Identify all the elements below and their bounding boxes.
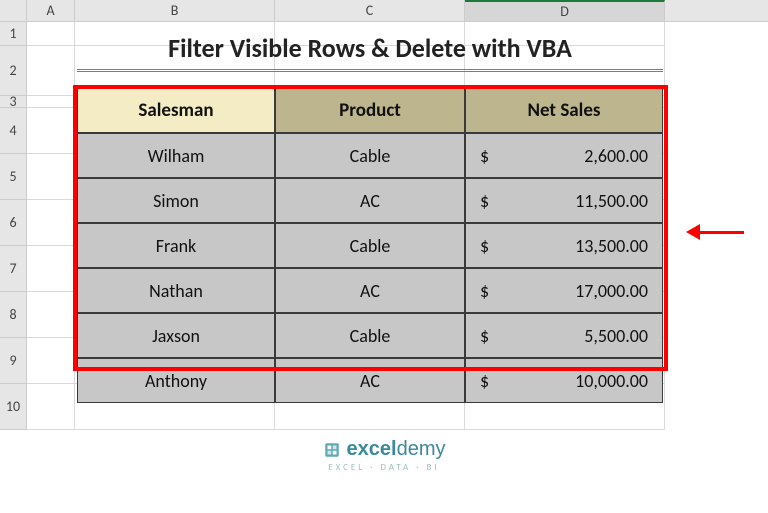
brand-logo-icon (323, 441, 341, 459)
currency-symbol: $ (480, 370, 489, 392)
cell-A1[interactable] (27, 22, 75, 46)
currency-symbol: $ (480, 145, 489, 167)
arrow-left-icon (686, 224, 700, 240)
cell-A4[interactable] (27, 108, 75, 154)
table-row: Nathan AC $17,000.00 (77, 268, 663, 313)
cell-A9[interactable] (27, 338, 75, 384)
row-header-1[interactable]: 1 (0, 22, 27, 46)
netsales-value: 10,000.00 (575, 370, 648, 392)
currency-symbol: $ (480, 235, 489, 257)
cell-netsales[interactable]: $13,500.00 (465, 223, 663, 268)
page-title-text: Filter Visible Rows & Delete with VBA (168, 32, 572, 64)
row-header-10[interactable]: 10 (0, 384, 27, 430)
cell-A10[interactable] (27, 384, 75, 430)
cell-product[interactable]: AC (275, 268, 465, 313)
cell-salesman[interactable]: Nathan (77, 268, 275, 313)
brand-name-rest: demy (397, 438, 446, 460)
table-row: Wilham Cable $2,600.00 (77, 133, 663, 178)
row-header-8[interactable]: 8 (0, 292, 27, 338)
spreadsheet: A B C D 1 2 3 4 5 6 7 8 9 10 (0, 0, 768, 430)
row-header-3[interactable]: 3 (0, 96, 27, 108)
page-title: Filter Visible Rows & Delete with VBA (77, 26, 663, 72)
cell-netsales[interactable]: $10,000.00 (465, 358, 663, 403)
brand-name-bold: excel (347, 438, 397, 460)
brand-row: exceldemy (0, 438, 768, 461)
column-header-C[interactable]: C (275, 0, 465, 21)
column-header-D[interactable]: D (465, 0, 665, 21)
row-header-5[interactable]: 5 (0, 154, 27, 200)
column-header-row: A B C D (0, 0, 768, 22)
header-salesman[interactable]: Salesman (77, 88, 275, 133)
cell-product[interactable]: AC (275, 358, 465, 403)
row-header-col: 1 2 3 4 5 6 7 8 9 10 (0, 22, 27, 430)
cell-product[interactable]: Cable (275, 223, 465, 268)
row-header-2[interactable]: 2 (0, 46, 27, 96)
cell-salesman[interactable]: Anthony (77, 358, 275, 403)
cell-product[interactable]: Cable (275, 313, 465, 358)
cell-A3[interactable] (27, 96, 75, 108)
cell-salesman[interactable]: Simon (77, 178, 275, 223)
cell-A6[interactable] (27, 200, 75, 246)
cell-netsales[interactable]: $17,000.00 (465, 268, 663, 313)
row-header-4[interactable]: 4 (0, 108, 27, 154)
table-row: Jaxson Cable $5,500.00 (77, 313, 663, 358)
cell-netsales[interactable]: $5,500.00 (465, 313, 663, 358)
netsales-value: 2,600.00 (584, 145, 648, 167)
currency-symbol: $ (480, 190, 489, 212)
netsales-value: 17,000.00 (575, 280, 648, 302)
cell-A5[interactable] (27, 154, 75, 200)
netsales-value: 13,500.00 (575, 235, 648, 257)
table-row: Simon AC $11,500.00 (77, 178, 663, 223)
arrow-line (700, 231, 744, 234)
cell-product[interactable]: AC (275, 178, 465, 223)
currency-symbol: $ (480, 325, 489, 347)
cell-salesman[interactable]: Jaxson (77, 313, 275, 358)
table-row: Anthony AC $10,000.00 (77, 358, 663, 403)
brand-name: exceldemy (347, 438, 446, 461)
column-header-B[interactable]: B (75, 0, 275, 21)
cell-product[interactable]: Cable (275, 133, 465, 178)
netsales-value: 5,500.00 (584, 325, 648, 347)
cell-salesman[interactable]: Wilham (77, 133, 275, 178)
header-netsales[interactable]: Net Sales (465, 88, 663, 133)
header-product[interactable]: Product (275, 88, 465, 133)
data-table: Salesman Product Net Sales Wilham Cable … (77, 88, 663, 403)
arrow-indicator (686, 222, 746, 242)
cell-A7[interactable] (27, 246, 75, 292)
table-header-row: Salesman Product Net Sales (77, 88, 663, 133)
cell-netsales[interactable]: $2,600.00 (465, 133, 663, 178)
row-header-6[interactable]: 6 (0, 200, 27, 246)
column-header-A[interactable]: A (27, 0, 75, 21)
netsales-value: 11,500.00 (575, 190, 648, 212)
select-all-corner[interactable] (0, 0, 27, 21)
cell-salesman[interactable]: Frank (77, 223, 275, 268)
currency-symbol: $ (480, 280, 489, 302)
cell-netsales[interactable]: $11,500.00 (465, 178, 663, 223)
row-header-7[interactable]: 7 (0, 246, 27, 292)
table-row: Frank Cable $13,500.00 (77, 223, 663, 268)
cell-A2[interactable] (27, 46, 75, 96)
cell-A8[interactable] (27, 292, 75, 338)
brand-tagline: EXCEL · DATA · BI (0, 462, 768, 473)
row-header-9[interactable]: 9 (0, 338, 27, 384)
